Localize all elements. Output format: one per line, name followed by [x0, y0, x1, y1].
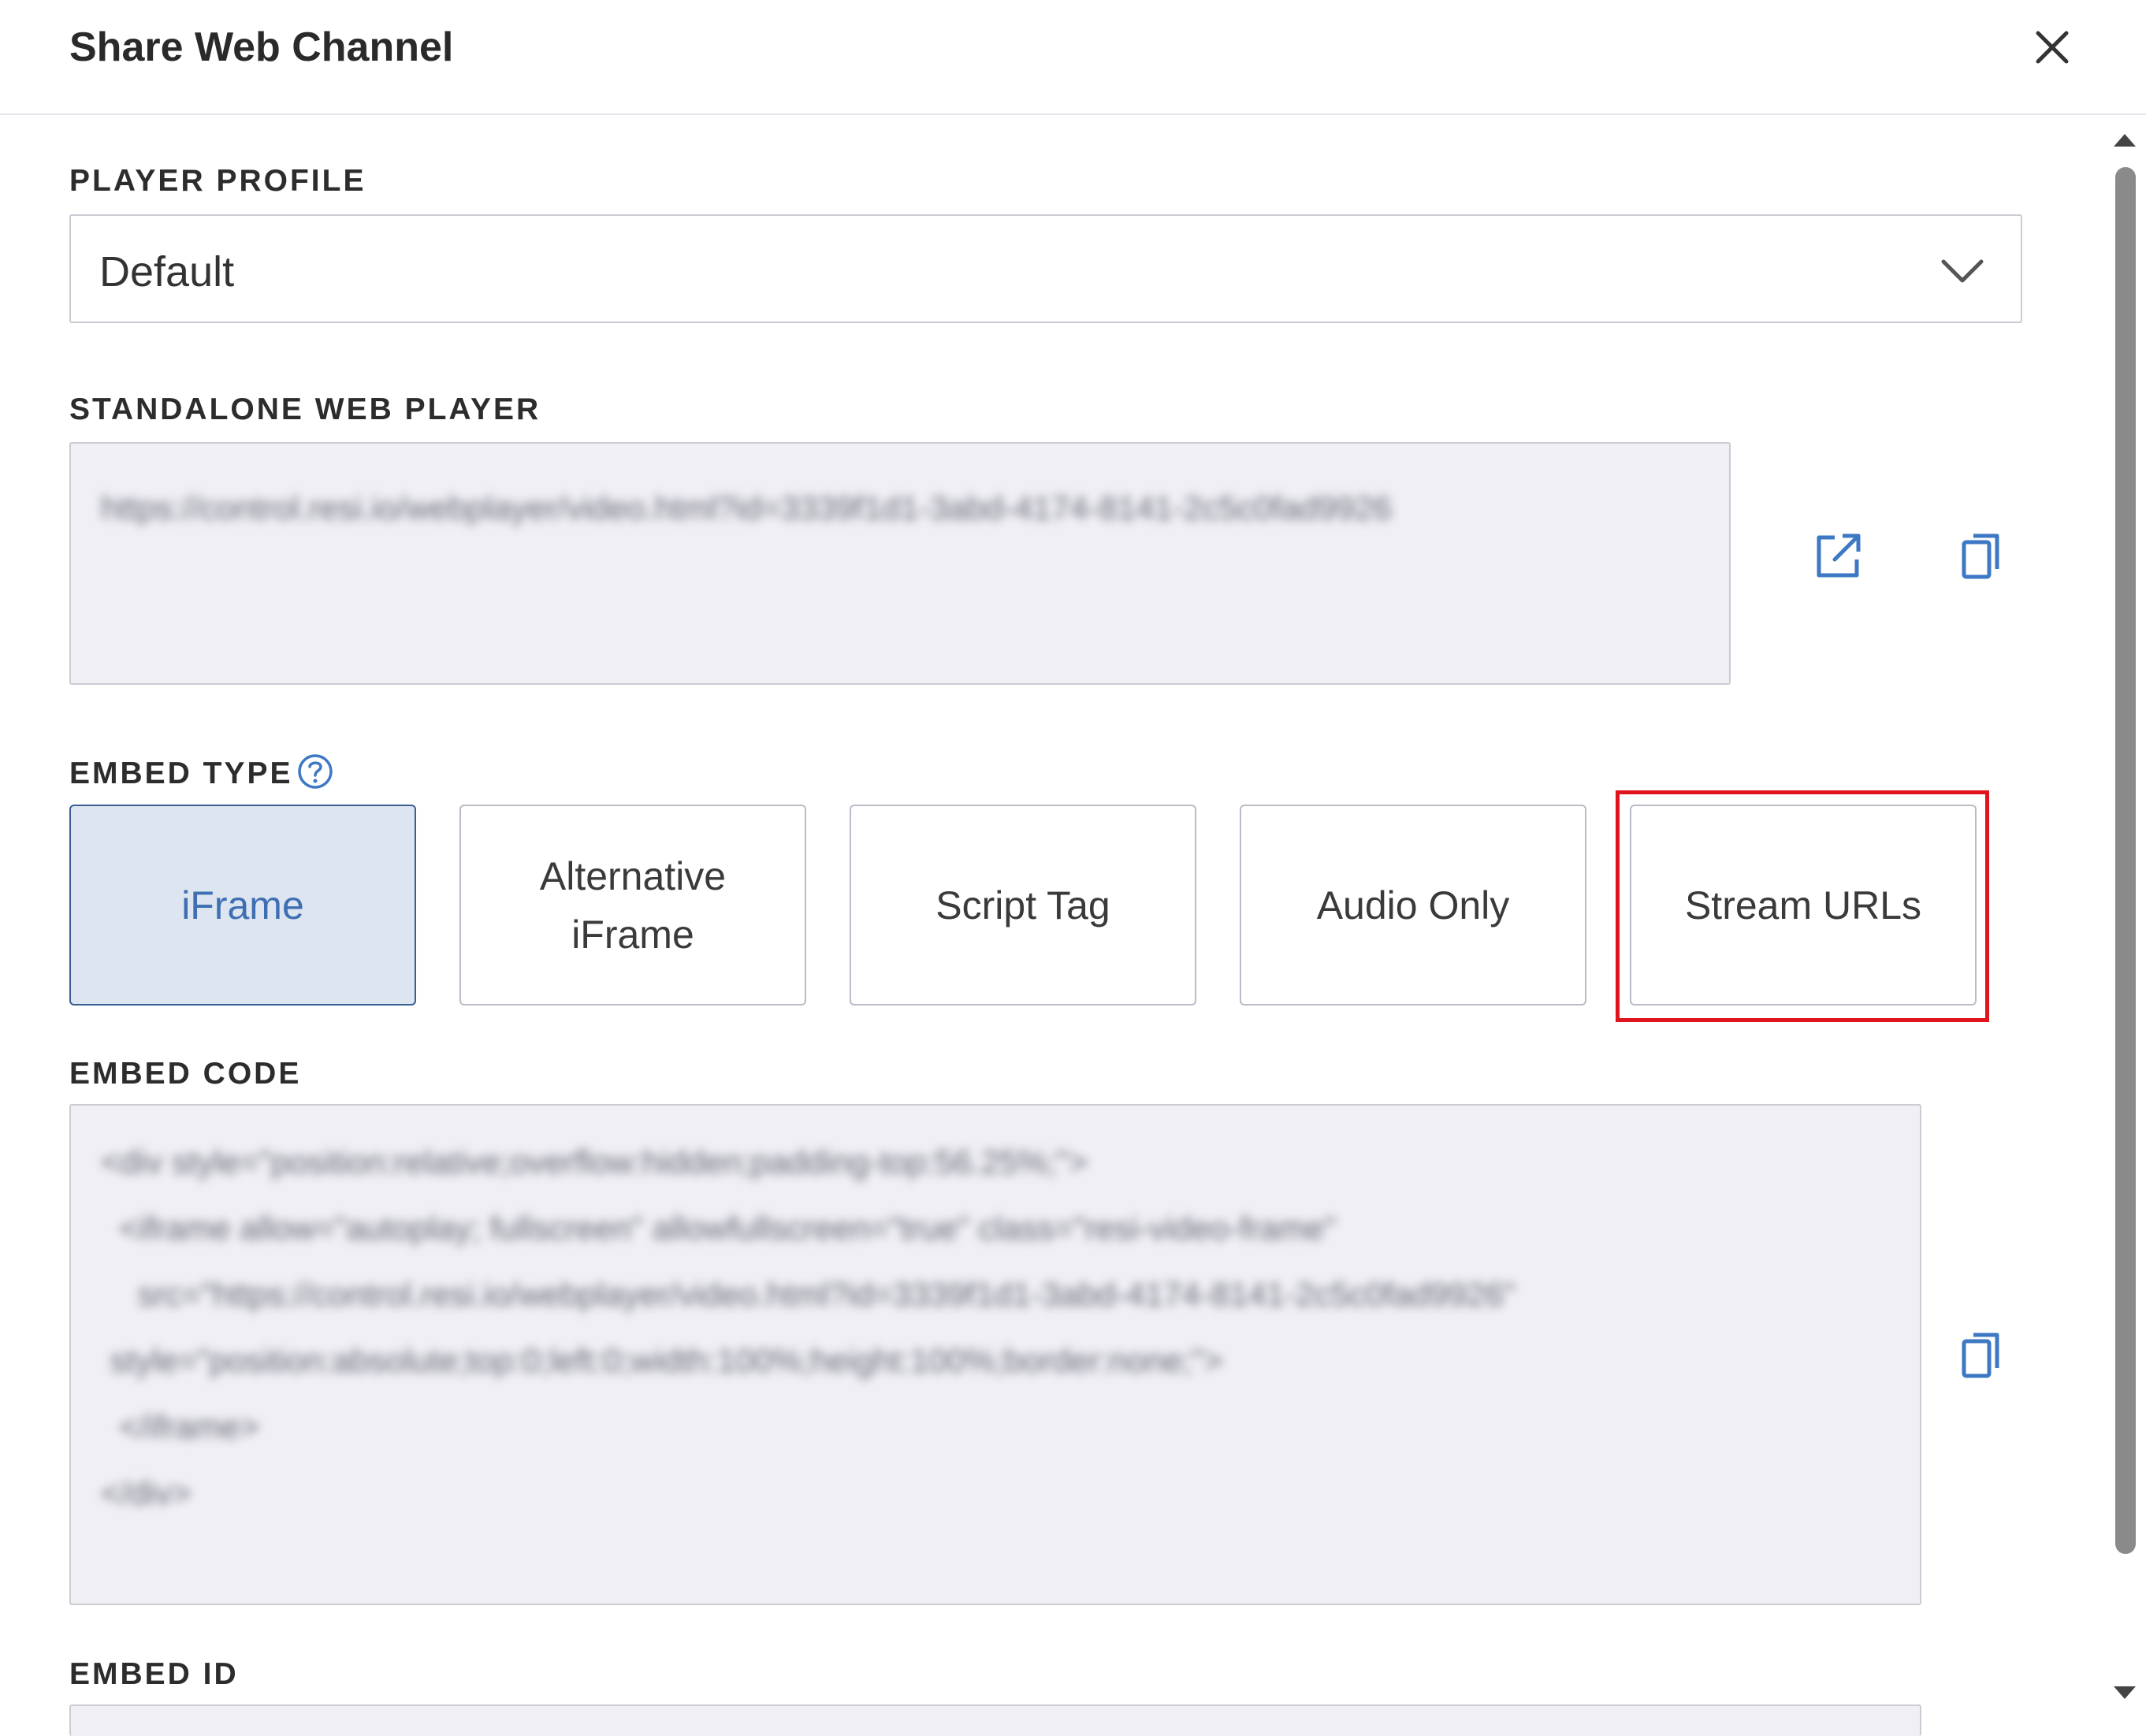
open-player-button[interactable] — [1811, 530, 1865, 583]
dialog-header: Share Web Channel — [0, 0, 2146, 115]
embed-type-audio-only-label: Audio Only — [1316, 883, 1510, 927]
help-button[interactable] — [296, 753, 334, 790]
close-icon — [2036, 31, 2069, 64]
copy-icon — [1962, 533, 1999, 579]
embed-code-label: EMBED CODE — [69, 1057, 302, 1091]
page-scroll-thumb[interactable] — [2115, 167, 2136, 1554]
embed-type-script-tag[interactable]: Script Tag — [850, 805, 1196, 1006]
embed-type-stream-urls-label: Stream URLs — [1684, 883, 1922, 927]
player-profile-label: PLAYER PROFILE — [69, 164, 366, 198]
external-link-icon — [1817, 533, 1861, 578]
embed-type-label: EMBED TYPE — [69, 756, 293, 790]
embed-id-label: EMBED ID — [69, 1657, 239, 1691]
scroll-up-arrow-icon — [2114, 134, 2136, 147]
standalone-url-field[interactable]: https://control.resi.io/webplayer/video.… — [69, 442, 1731, 685]
embed-type-iframe-label: iFrame — [181, 883, 304, 927]
copy-icon — [1962, 1333, 1999, 1378]
chevron-down-icon — [1941, 259, 1984, 283]
standalone-url-text: https://control.resi.io/webplayer/video.… — [101, 489, 1392, 526]
dialog-title: Share Web Channel — [69, 24, 454, 70]
embed-type-stream-urls[interactable]: Stream URLs — [1630, 805, 1977, 1006]
page-scrollbar[interactable] — [2109, 118, 2140, 1710]
embed-id-field[interactable] — [69, 1704, 1921, 1736]
embed-code-field[interactable]: <div style="position:relative;overflow:h… — [69, 1104, 1921, 1605]
question-circle-icon — [298, 754, 333, 789]
embed-type-alternative-iframe-label: Alternative iFrame — [539, 853, 727, 957]
embed-type-audio-only[interactable]: Audio Only — [1240, 805, 1586, 1006]
copy-standalone-button[interactable] — [1959, 530, 2003, 583]
embed-code-text: <div style="position:relative;overflow:h… — [101, 1143, 1516, 1511]
standalone-web-player-label: STANDALONE WEB PLAYER — [69, 392, 541, 426]
player-profile-value: Default — [99, 248, 235, 296]
close-button[interactable] — [2030, 22, 2074, 72]
embed-type-alternative-iframe[interactable]: Alternative iFrame — [459, 805, 806, 1006]
embed-type-script-tag-label: Script Tag — [935, 883, 1110, 927]
player-profile-select[interactable]: Default — [69, 214, 2022, 323]
scroll-down-arrow-icon — [2114, 1686, 2136, 1699]
embed-type-iframe[interactable]: iFrame — [69, 805, 416, 1006]
copy-embed-code-button[interactable] — [1959, 1329, 2003, 1382]
